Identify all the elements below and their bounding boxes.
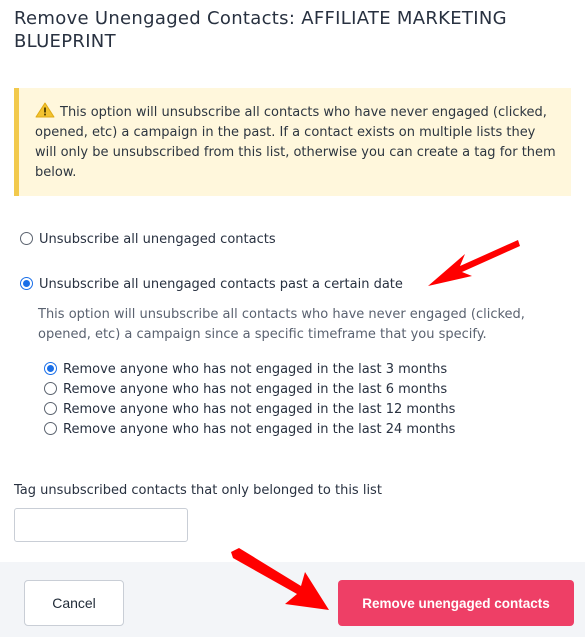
timeframe-option-3-months[interactable]: Remove anyone who has not engaged in the…	[44, 362, 447, 377]
radio-timeframe-3-months[interactable]	[44, 362, 57, 375]
radio-unsubscribe-all[interactable]	[20, 232, 33, 245]
red-arrow-icon	[428, 240, 520, 286]
past-date-description: This option will unsubscribe all contact…	[38, 307, 525, 342]
warning-text: This option will unsubscribe all contact…	[35, 105, 556, 180]
option-unsubscribe-all-label: Unsubscribe all unengaged contacts	[39, 232, 276, 247]
tag-input[interactable]	[14, 508, 188, 542]
radio-timeframe-12-months[interactable]	[44, 402, 57, 415]
warning-triangle-icon	[35, 102, 55, 118]
red-arrow-icon	[231, 548, 329, 610]
timeframe-label: Remove anyone who has not engaged in the…	[63, 402, 456, 417]
option-unsubscribe-past-date[interactable]: Unsubscribe all unengaged contacts past …	[20, 277, 403, 292]
remove-unengaged-contacts-button[interactable]: Remove unengaged contacts	[338, 580, 574, 626]
timeframe-option-12-months[interactable]: Remove anyone who has not engaged in the…	[44, 402, 455, 417]
timeframe-label: Remove anyone who has not engaged in the…	[63, 382, 448, 397]
timeframe-option-6-months[interactable]: Remove anyone who has not engaged in the…	[44, 382, 447, 397]
option-unsubscribe-past-date-label: Unsubscribe all unengaged contacts past …	[39, 277, 403, 292]
tag-label: Tag unsubscribed contacts that only belo…	[14, 483, 382, 498]
cancel-button[interactable]: Cancel	[24, 580, 124, 626]
warning-alert: This option will unsubscribe all contact…	[14, 88, 571, 196]
dialog-title: Remove Unengaged Contacts: AFFILIATE MAR…	[14, 8, 507, 52]
timeframe-option-24-months[interactable]: Remove anyone who has not engaged in the…	[44, 422, 455, 437]
timeframe-label: Remove anyone who has not engaged in the…	[63, 362, 448, 377]
radio-timeframe-6-months[interactable]	[44, 382, 57, 395]
radio-unsubscribe-past-date[interactable]	[20, 277, 33, 290]
radio-timeframe-24-months[interactable]	[44, 422, 57, 435]
option-unsubscribe-all[interactable]: Unsubscribe all unengaged contacts	[20, 232, 276, 247]
timeframe-label: Remove anyone who has not engaged in the…	[63, 422, 456, 437]
